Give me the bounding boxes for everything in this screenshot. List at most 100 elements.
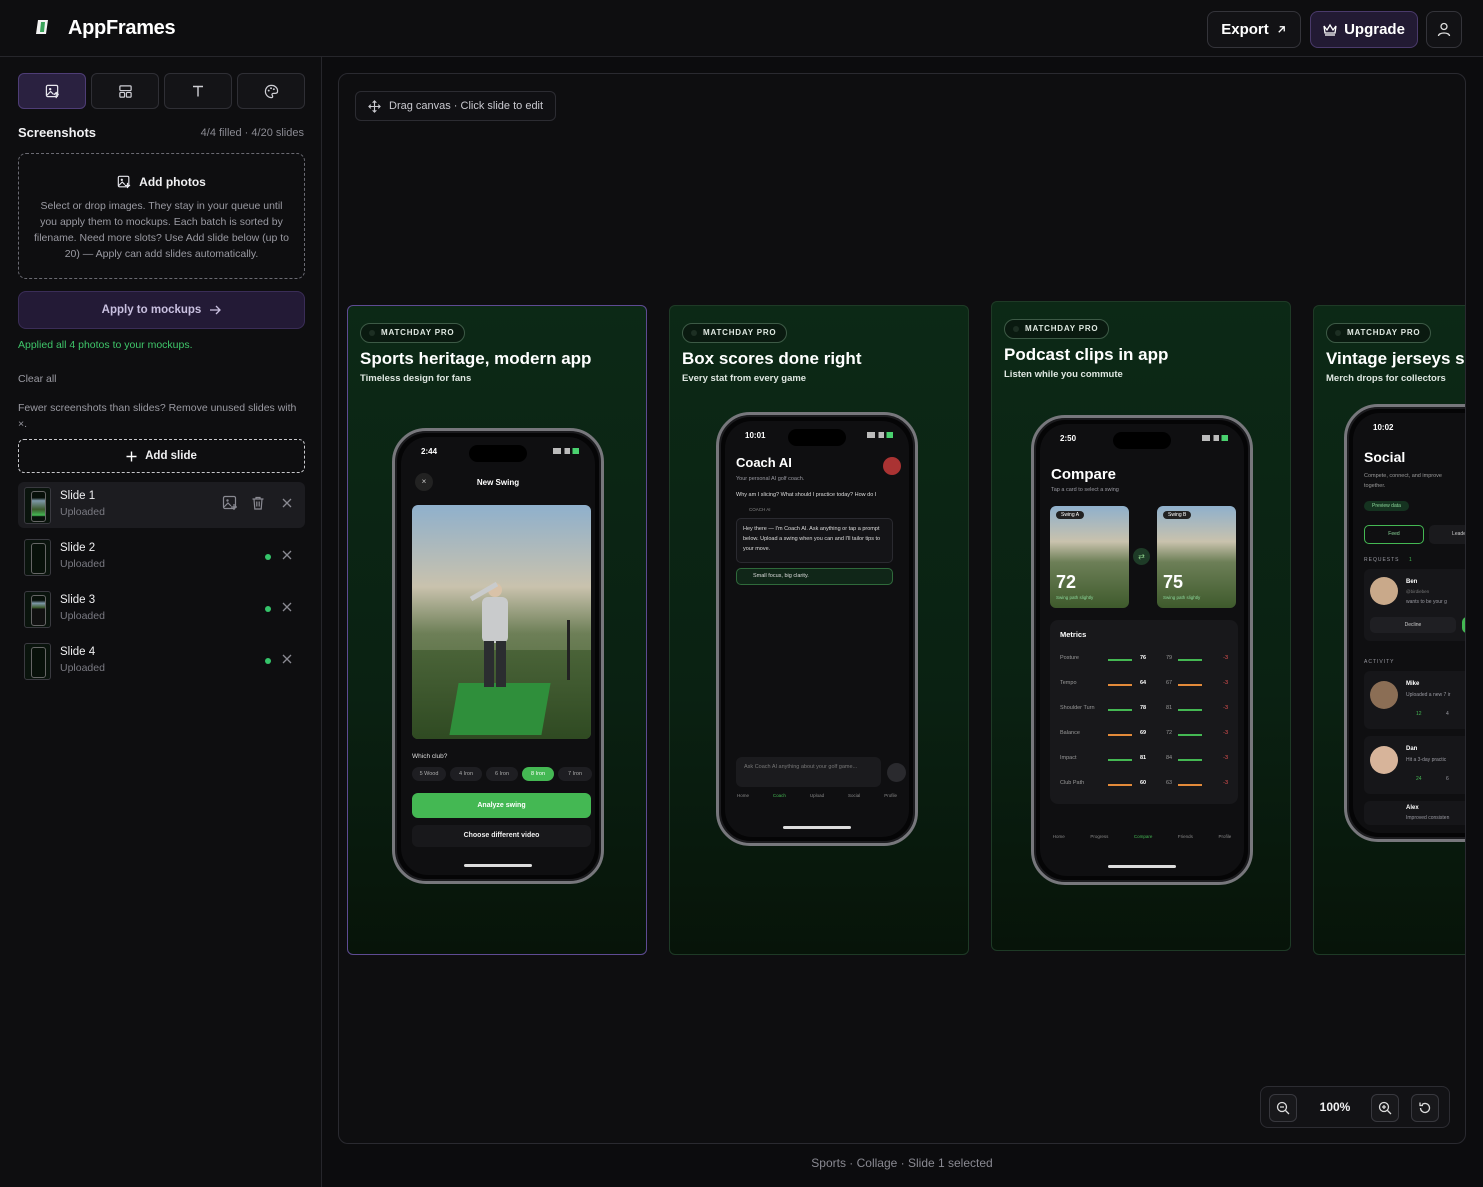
user-icon (1437, 22, 1451, 37)
slide-card[interactable]: MATCHDAY PRO Podcast clips in app Listen… (991, 301, 1291, 951)
avatar (1370, 681, 1398, 709)
metric-row: Club Path 60 63 -3 (1060, 780, 1228, 786)
nav-home: Home (736, 793, 749, 798)
screen-title: New Swing (476, 478, 520, 487)
phone-screen: 10:02 Social Compete, connect, and impro… (1353, 413, 1465, 833)
slide-thumbnail (24, 643, 51, 680)
slide-list-item[interactable]: Slide 1 Uploaded (18, 482, 305, 528)
status-bar: Sports · Collage · Slide 1 selected (811, 1156, 993, 1170)
nav-upload: Upload (809, 793, 825, 798)
analyze-swing-button: Analyze swing (412, 793, 591, 818)
export-button[interactable]: Export (1207, 11, 1301, 48)
avatar (1370, 577, 1398, 605)
slide-list-item[interactable]: Slide 4 Uploaded (18, 638, 305, 684)
slide-card[interactable]: MATCHDAY PRO Vintage jerseys sl Merch dr… (1313, 305, 1465, 955)
nav-coach: Coach (772, 793, 786, 798)
screen-title: Social (1364, 449, 1406, 465)
status-icons (1202, 435, 1228, 441)
section-title: Screenshots (18, 125, 97, 140)
coach-label: COACH AI (749, 507, 771, 512)
home-indicator (464, 864, 532, 867)
bottom-nav: Home Coach Upload Social Profile (725, 793, 909, 817)
close-icon[interactable] (280, 548, 294, 562)
screen-title: Coach AI (736, 455, 792, 470)
canvas-hint-text: Drag canvas · Click slide to edit (389, 100, 544, 112)
tab-text[interactable] (164, 73, 232, 109)
slide-badge: MATCHDAY PRO (1326, 323, 1432, 343)
tab-screenshots[interactable] (18, 73, 86, 109)
status-dot (265, 606, 271, 612)
phone-time: 2:50 (1060, 434, 1077, 443)
slide-name: Slide 2 (60, 542, 96, 554)
club-question: Which club? (412, 753, 448, 760)
photo-dropzone[interactable]: Add photos Select or drop images. They s… (18, 153, 305, 279)
tab-layout[interactable] (91, 73, 159, 109)
slide-name: Slide 3 (60, 594, 96, 606)
slide-card[interactable]: MATCHDAY PRO Sports heritage, modern app… (347, 305, 647, 955)
swing-a-score: 72 (1056, 572, 1077, 592)
upgrade-button[interactable]: Upgrade (1310, 11, 1418, 48)
slide-list-item[interactable]: Slide 3 Uploaded (18, 586, 305, 632)
nav-profile: Profile (884, 793, 897, 798)
swap-icon: ⇄ (1133, 548, 1150, 565)
nav-social: Social (848, 793, 861, 798)
apply-label: Apply to mockups (101, 304, 202, 316)
close-icon[interactable] (280, 652, 294, 666)
tab-theme[interactable] (237, 73, 305, 109)
text-icon (193, 85, 203, 97)
dropzone-text: Select or drop images. They stay in your… (33, 200, 290, 260)
swing-b-score: 75 (1163, 572, 1184, 592)
club-chip: 5 Wood (412, 767, 446, 781)
phone-screen: 2:50 Compare Tap a card to select a swin… (1040, 424, 1244, 876)
add-slide-button[interactable]: Add slide (18, 439, 305, 473)
section-meta: 4/4 filled · 4/20 slides (200, 127, 304, 139)
remove-unused-hint: Fewer screenshots than slides? Remove un… (18, 402, 297, 430)
requests-count: 1 (1409, 557, 1412, 563)
status-icons (867, 432, 893, 438)
slide-card[interactable]: MATCHDAY PRO Box scores done right Every… (669, 305, 969, 955)
replace-image-icon[interactable] (222, 495, 238, 511)
sidebar: Screenshots 4/4 filled · 4/20 slides Add… (0, 57, 322, 1187)
editor-canvas[interactable]: Drag canvas · Click slide to edit MATCHD… (338, 73, 1466, 1144)
slide-badge: MATCHDAY PRO (360, 323, 466, 343)
image-upload-icon (45, 84, 59, 98)
phone-mockup: 10:01 Coach AI Your personal AI golf coa… (716, 412, 918, 846)
top-bar: AppFrames Export Upgrade (0, 0, 1483, 57)
slide-title: Podcast clips in app (1004, 345, 1169, 364)
close-icon[interactable] (280, 496, 294, 510)
slide-title: Box scores done right (682, 349, 862, 368)
send-icon (887, 763, 906, 782)
trash-icon[interactable] (250, 495, 266, 511)
slide-list-item[interactable]: Slide 2 Uploaded (18, 534, 305, 580)
slide-status: Uploaded (60, 662, 105, 674)
slide-badge: MATCHDAY PRO (682, 323, 788, 343)
slide-badge: MATCHDAY PRO (1004, 319, 1110, 339)
clear-all-link[interactable]: Clear all (18, 373, 57, 385)
phone-time: 10:02 (1373, 423, 1394, 432)
account-button[interactable] (1426, 11, 1462, 48)
apply-to-mockups-button[interactable]: Apply to mockups (18, 291, 305, 329)
status-icons (553, 448, 579, 454)
accept-button (1462, 617, 1465, 633)
feed-item: Mike Uploaded a new 7 ir 12 4 (1364, 671, 1465, 729)
metrics-panel: Metrics Posture 76 79 -3 Tempo 64 67 -3 Should… (1050, 620, 1238, 804)
close-icon[interactable] (280, 600, 294, 614)
nav-friends: Friends (1177, 834, 1193, 839)
upgrade-label: Upgrade (1344, 21, 1405, 38)
nav-compare: Compare (1133, 834, 1153, 839)
slide-subtitle: Timeless design for fans (360, 373, 472, 384)
choose-video-button: Choose different video (412, 825, 591, 847)
reset-view-button[interactable] (1411, 1094, 1439, 1122)
move-icon (368, 99, 381, 113)
zoom-out-button[interactable] (1269, 1094, 1297, 1122)
zoom-level: 100% (1319, 1100, 1351, 1114)
metric-row: Impact 81 84 -3 (1060, 755, 1228, 761)
zoom-in-button[interactable] (1371, 1094, 1399, 1122)
swing-b-photo: Swing B 75 Swing path slightly (1157, 506, 1236, 608)
swing-a-caption: Swing path slightly (1056, 595, 1094, 600)
avatar (883, 457, 901, 475)
club-chip: 7 Iron (558, 767, 592, 781)
dynamic-island (788, 429, 846, 446)
club-chip-selected: 8 Iron (522, 767, 554, 781)
club-chip: 4 Iron (450, 767, 482, 781)
